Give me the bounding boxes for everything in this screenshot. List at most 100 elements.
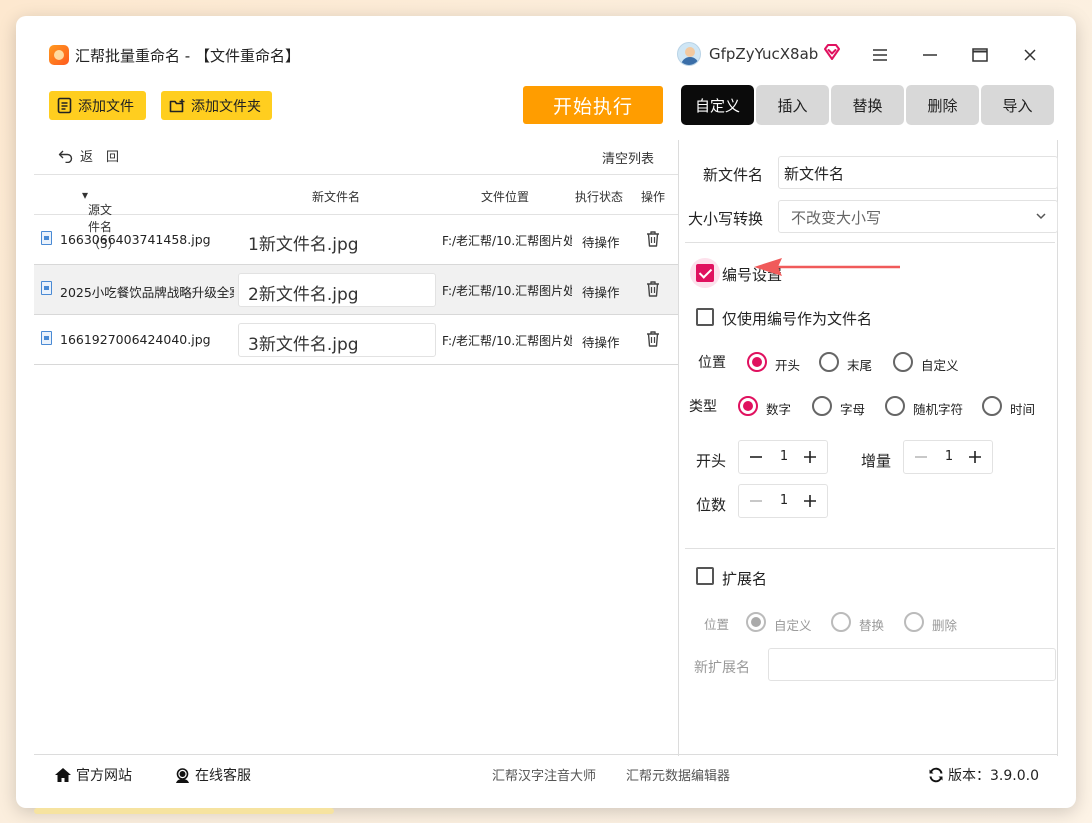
start-execute-button[interactable]: 开始执行 [523,86,663,124]
table-row[interactable]: 1663066403741458.jpg 1新文件名.jpg F:/老汇帮/10… [34,215,678,265]
type-radio-time[interactable] [982,396,1002,416]
online-support-link[interactable]: 在线客服 [174,765,251,785]
file-list: 1663066403741458.jpg 1新文件名.jpg F:/老汇帮/10… [34,215,678,365]
table-row[interactable]: 1661927006424040.jpg 3新文件名.jpg F:/老汇帮/10… [34,315,678,365]
digits-label: 位数 [696,496,727,514]
extension-checkbox[interactable] [696,567,714,585]
case-select-value: 不改变大小写 [791,209,882,227]
extension-label: 扩展名 [722,570,768,588]
new-name-input[interactable]: 新文件名 [778,156,1058,189]
close-icon[interactable] [1015,40,1045,70]
bottom-accent-strip [34,808,334,814]
status-text: 待操作 [582,235,620,250]
delete-trash-icon[interactable] [645,330,661,348]
header-source-sort[interactable]: ▾ 源文件名（3） [82,188,120,251]
file-location: F:/老汇帮/10.汇帮图片处 [442,284,572,298]
position-option-custom: 自定义 [921,358,959,373]
ext-radio-delete[interactable] [904,612,924,632]
new-filename-field[interactable]: 3新文件名.jpg [238,323,436,357]
start-stepper[interactable]: 1 [738,440,828,474]
minimize-icon[interactable] [915,40,945,70]
tab-import[interactable]: 导入 [981,85,1054,125]
type-radio-letter[interactable] [812,396,832,416]
table-row[interactable]: 2025小吃餐饮品牌战略升级全案 2新文件名.jpg F:/老汇帮/10.汇帮图… [34,265,678,315]
only-number-label: 仅使用编号作为文件名 [722,310,873,328]
increment-stepper[interactable]: 1 [903,440,993,474]
tab-delete[interactable]: 删除 [906,85,979,125]
case-label: 大小写转换 [688,210,764,228]
tab-custom[interactable]: 自定义 [681,85,754,125]
tab-replace[interactable]: 替换 [831,85,904,125]
header-action: 操作 [641,190,666,204]
add-file-button[interactable]: 添加文件 [49,91,146,120]
footer-link-metadata[interactable]: 汇帮元数据编辑器 [626,765,730,784]
only-number-checkbox[interactable] [696,308,714,326]
type-label: 类型 [689,399,717,415]
refresh-icon [929,767,943,783]
maximize-icon[interactable] [965,40,995,70]
new-filename-field[interactable]: 2新文件名.jpg [238,273,436,307]
increment-label: 增量 [861,452,892,470]
chevron-down-icon [1036,213,1046,220]
status-text: 待操作 [582,335,620,350]
digits-stepper[interactable]: 1 [738,484,828,518]
ext-radio-custom[interactable] [746,612,766,632]
source-filename: 2025小吃餐饮品牌战略升级全案 [60,285,234,300]
plus-icon[interactable] [966,448,984,466]
clear-list-button[interactable]: 清空列表 [602,148,654,167]
numbering-checkbox[interactable] [696,264,714,282]
back-button[interactable]: 返 回 [58,146,119,165]
new-ext-label: 新扩展名 [694,660,750,676]
header-status: 执行状态 [575,190,624,204]
position-label: 位置 [698,355,726,371]
ext-option-replace: 替换 [859,618,885,633]
header-location: 文件位置 [481,190,530,204]
new-name-label: 新文件名 [703,166,764,184]
mode-tabs: 自定义 插入 替换 删除 导入 [681,85,1054,125]
add-file-icon [57,97,72,114]
type-radio-number[interactable] [738,396,758,416]
tab-insert[interactable]: 插入 [756,85,829,125]
username[interactable]: GfpZyYucX8ab [709,45,818,63]
divider [685,242,1055,243]
header-new-name: 新文件名 [312,190,361,204]
position-radio-end[interactable] [819,352,839,372]
app-window: 汇帮批量重命名 - 【文件重命名】 GfpZyYucX8ab 添加文件 添加文件… [16,16,1076,808]
back-arrow-icon [58,150,73,163]
delete-trash-icon[interactable] [645,280,661,298]
footer-link-pinyin[interactable]: 汇帮汉字注音大师 [492,765,596,784]
delete-trash-icon[interactable] [645,230,661,248]
plus-icon[interactable] [801,448,819,466]
menu-icon[interactable] [865,40,895,70]
case-select[interactable]: 不改变大小写 [778,200,1058,233]
file-list-header: ▾ 源文件名（3） 新文件名 文件位置 执行状态 操作 [34,174,678,251]
ext-position-label: 位置 [704,617,730,632]
source-filename: 1661927006424040.jpg [60,332,211,347]
position-option-start: 开头 [775,358,801,373]
type-option-random: 随机字符 [913,402,964,417]
home-icon [55,768,71,782]
new-ext-input[interactable] [768,648,1056,681]
position-radio-start[interactable] [747,352,767,372]
vip-diamond-icon[interactable] [822,42,842,62]
app-title: 汇帮批量重命名 - 【文件重命名】 [75,47,300,65]
start-label: 开头 [696,452,727,470]
position-option-end: 末尾 [847,358,873,373]
version-label: 版本：3.9.0.0 [948,768,1039,784]
ext-radio-replace[interactable] [831,612,851,632]
official-website-link[interactable]: 官方网站 [54,765,132,785]
file-location: F:/老汇帮/10.汇帮图片处 [442,334,572,348]
image-file-icon [41,331,52,345]
back-label: 返 回 [80,150,120,165]
customer-service-icon [176,767,189,783]
type-option-number: 数字 [766,402,792,417]
new-filename-field[interactable]: 1新文件名.jpg [238,223,436,257]
settings-panel: 新文件名 新文件名 大小写转换 不改变大小写 编号设置 仅使用编号作为文件名 位… [678,140,1058,756]
user-avatar[interactable] [677,42,701,66]
position-radio-custom[interactable] [893,352,913,372]
add-folder-button[interactable]: 添加文件夹 [161,91,272,120]
annotation-arrow [754,258,900,276]
plus-icon[interactable] [801,492,819,510]
version-info[interactable]: 版本：3.9.0.0 [928,765,1039,785]
type-radio-random[interactable] [885,396,905,416]
